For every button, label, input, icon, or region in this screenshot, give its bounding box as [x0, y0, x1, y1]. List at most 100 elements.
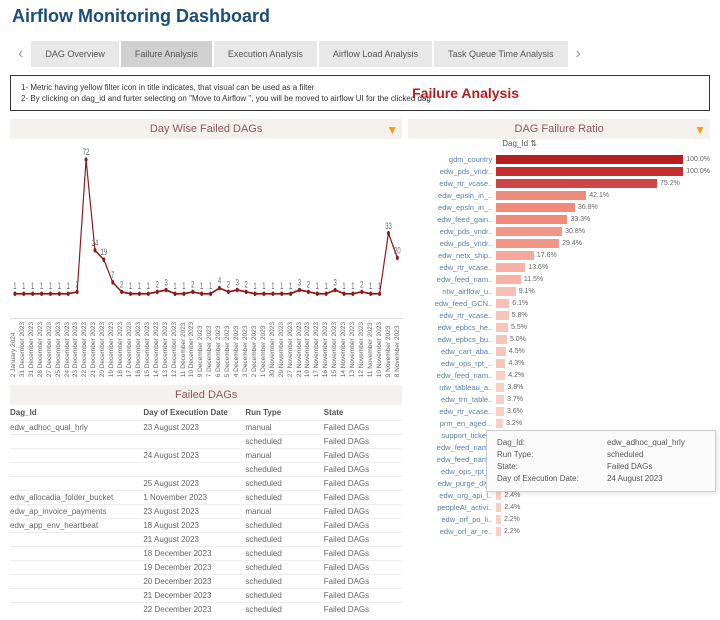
hover-tooltip: Dag_Id:edw_adhoc_qual_hrlyRun Type:sched…	[486, 430, 716, 492]
ratio-header: Dag_Id ⇅	[408, 139, 710, 148]
svg-text:1: 1	[351, 281, 354, 292]
svg-text:24: 24	[92, 238, 99, 249]
svg-text:1: 1	[280, 281, 283, 292]
ratio-bar[interactable]: edw_feed_nam..11.5%	[408, 274, 710, 285]
info-line-1: 1- Metric having yellow filter icon in t…	[21, 82, 699, 93]
tab-airflow-load-analysis[interactable]: Airflow Load Analysis	[319, 41, 432, 67]
table-row[interactable]: edw_adhoc_qual_hrly23 August 2023manualF…	[10, 420, 402, 434]
svg-text:2: 2	[76, 279, 79, 290]
filter-icon[interactable]: ▼	[694, 123, 706, 137]
svg-text:1: 1	[325, 281, 328, 292]
tab-task-queue-time-analysis[interactable]: Task Queue Time Analysis	[434, 41, 568, 67]
col-header[interactable]: Day of Execution Date	[143, 408, 245, 417]
daywise-chart[interactable]: 1111111272241972111231121142321111132113…	[10, 139, 402, 319]
table-row[interactable]: scheduledFailed DAGs	[10, 462, 402, 476]
ratio-bar[interactable]: edw_orf_ar_re..2.2%	[408, 526, 710, 537]
col-header[interactable]: State	[324, 408, 402, 417]
col-header[interactable]: Dag_Id	[10, 408, 143, 417]
ratio-bar[interactable]: edw_epsln_in_..42.1%	[408, 190, 710, 201]
ratio-bar[interactable]: edw_pds_vndr..29.4%	[408, 238, 710, 249]
svg-text:1: 1	[49, 281, 52, 292]
svg-text:1: 1	[289, 281, 292, 292]
ratio-bar[interactable]: ntw_airflow_u..9.1%	[408, 286, 710, 297]
svg-text:1: 1	[342, 281, 345, 292]
table-row[interactable]: 22 December 2023scheduledFailed DAGs	[10, 602, 402, 616]
svg-text:3: 3	[298, 278, 301, 289]
svg-text:1: 1	[173, 281, 176, 292]
svg-text:2: 2	[360, 279, 363, 290]
svg-text:3: 3	[236, 278, 239, 289]
svg-text:2: 2	[156, 279, 159, 290]
ratio-bar[interactable]: edw_pds_vndr..30.8%	[408, 226, 710, 237]
ratio-bar[interactable]: ntw_tableau_a..3.8%	[408, 382, 710, 393]
svg-text:1: 1	[129, 281, 132, 292]
ratio-bar[interactable]: edw_orf_po_li..2.2%	[408, 514, 710, 525]
ratio-bar[interactable]: gdm_country100.0%	[408, 154, 710, 165]
svg-text:1: 1	[147, 281, 150, 292]
tab-failure-analysis[interactable]: Failure Analysis	[121, 41, 212, 67]
ratio-bars[interactable]: Dag_Id:edw_adhoc_qual_hrlyRun Type:sched…	[408, 150, 710, 542]
ratio-bar[interactable]: edw_epsln_in_..36.8%	[408, 202, 710, 213]
svg-text:1: 1	[40, 281, 43, 292]
svg-text:1: 1	[378, 281, 381, 292]
ratio-panel-title: DAG Failure Ratio▼	[408, 119, 710, 139]
ratio-bar[interactable]: edw_feed_GCN..6.1%	[408, 298, 710, 309]
failed-dags-table[interactable]: Dag_IdDay of Execution DateRun TypeState…	[10, 405, 402, 616]
table-row[interactable]: 21 December 2023scheduledFailed DAGs	[10, 588, 402, 602]
ratio-bar[interactable]: peopleAI_activi..2.4%	[408, 502, 710, 513]
page-title: Airflow Monitoring Dashboard	[12, 6, 708, 27]
svg-text:19: 19	[101, 247, 108, 258]
svg-text:72: 72	[83, 147, 90, 158]
tabs-prev-icon[interactable]: ‹	[12, 45, 29, 63]
table-row[interactable]: scheduledFailed DAGs	[10, 434, 402, 448]
ratio-bar[interactable]: edw_epbcs_he..5.5%	[408, 322, 710, 333]
ratio-bar[interactable]: edw_netx_ship..17.6%	[408, 250, 710, 261]
ratio-bar[interactable]: edw_trn_table..3.7%	[408, 394, 710, 405]
ratio-bar[interactable]: edw_pds_vndr..100.0%	[408, 166, 710, 177]
col-header[interactable]: Run Type	[245, 408, 323, 417]
svg-text:1: 1	[369, 281, 372, 292]
info-line-2: 2- By clicking on dag_id and furter sele…	[21, 93, 699, 104]
table-row[interactable]: 25 August 2023scheduledFailed DAGs	[10, 476, 402, 490]
table-row[interactable]: 21 August 2023scheduledFailed DAGs	[10, 532, 402, 546]
svg-text:1: 1	[316, 281, 319, 292]
ratio-bar[interactable]: prm_en_aged ..3.2%	[408, 418, 710, 429]
tab-dag-overview[interactable]: DAG Overview	[31, 41, 119, 67]
table-row[interactable]: edw_app_env_heartbeat18 August 2023sched…	[10, 518, 402, 532]
table-row[interactable]: 19 December 2023scheduledFailed DAGs	[10, 560, 402, 574]
ratio-bar[interactable]: edw_ops_rpt_..4.3%	[408, 358, 710, 369]
ratio-bar[interactable]: edw_cart_aba..4.5%	[408, 346, 710, 357]
ratio-bar[interactable]: edw_feed_gain..33.3%	[408, 214, 710, 225]
svg-text:1: 1	[271, 281, 274, 292]
svg-text:2: 2	[227, 279, 230, 290]
tab-execution-analysis[interactable]: Execution Analysis	[214, 41, 317, 67]
ratio-bar[interactable]: edw_rtr_vcase..5.8%	[408, 310, 710, 321]
failed-dags-title: Failed DAGs	[10, 385, 402, 405]
filter-icon[interactable]: ▼	[386, 123, 398, 137]
ratio-bar[interactable]: edw_feed_nam..4.2%	[408, 370, 710, 381]
svg-text:1: 1	[13, 281, 16, 292]
svg-text:3: 3	[164, 278, 167, 289]
svg-text:1: 1	[209, 281, 212, 292]
svg-text:2: 2	[245, 279, 248, 290]
svg-text:2: 2	[307, 279, 310, 290]
tabs-next-icon[interactable]: ›	[570, 45, 587, 63]
svg-text:1: 1	[182, 281, 185, 292]
svg-text:1: 1	[22, 281, 25, 292]
ratio-bar[interactable]: edw_rtr_vcase..75.2%	[408, 178, 710, 189]
ratio-bar[interactable]: edw_rtr_vcase..3.6%	[408, 406, 710, 417]
table-row[interactable]: edw_allocadia_folder_bucket1 November 20…	[10, 490, 402, 504]
ratio-bar[interactable]: edw_rtr_vcase..13.6%	[408, 262, 710, 273]
svg-text:2: 2	[191, 279, 194, 290]
svg-text:20: 20	[394, 245, 401, 256]
table-row[interactable]: 20 December 2023scheduledFailed DAGs	[10, 574, 402, 588]
table-row[interactable]: 24 August 2023manualFailed DAGs	[10, 448, 402, 462]
ratio-bar[interactable]: edw_epbcs_bu..5.0%	[408, 334, 710, 345]
table-row[interactable]: 18 December 2023scheduledFailed DAGs	[10, 546, 402, 560]
svg-text:2: 2	[120, 279, 123, 290]
svg-text:7: 7	[111, 270, 114, 281]
table-row[interactable]: edw_ap_invoice_payments23 August 2023man…	[10, 504, 402, 518]
section-heading: Failure Analysis	[412, 84, 519, 104]
svg-text:3: 3	[333, 278, 336, 289]
tab-strip: ‹ DAG OverviewFailure AnalysisExecution …	[0, 37, 720, 71]
